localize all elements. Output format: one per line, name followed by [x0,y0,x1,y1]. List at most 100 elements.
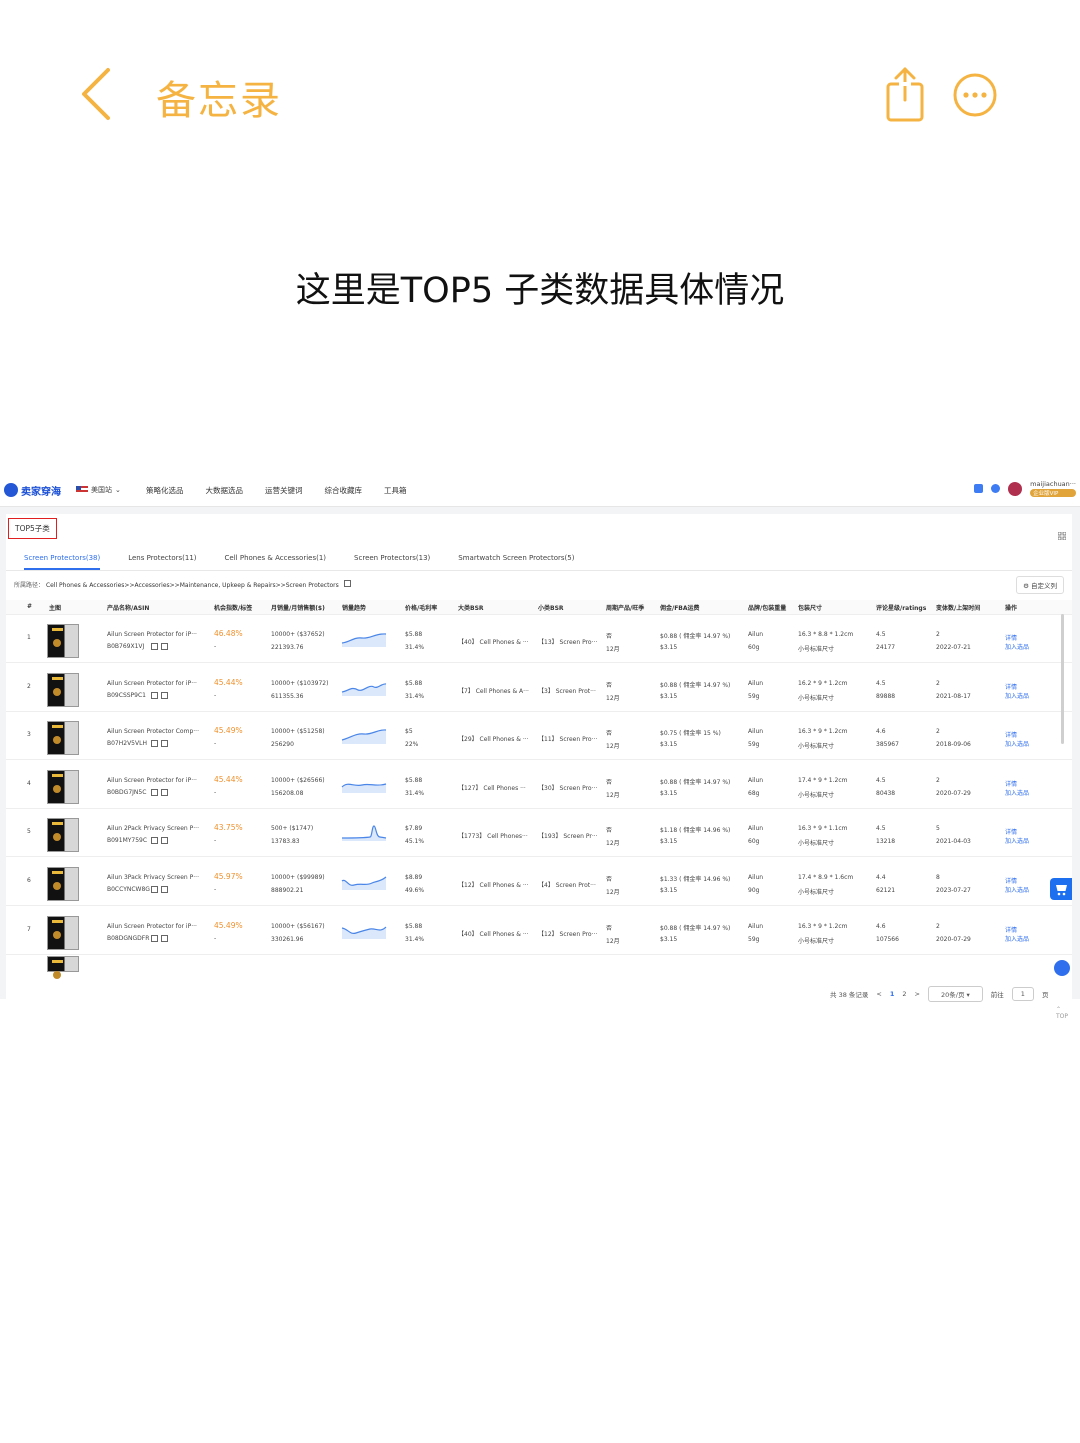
cell-act2[interactable]: 加入选品 [1005,642,1029,651]
product-image[interactable] [47,818,79,853]
cell-act2[interactable]: 加入选品 [1005,739,1029,748]
col-brand[interactable]: 品牌/包装重量 [748,603,786,612]
cell-rating: 4.5 [876,631,886,638]
table-row: 2 Ailun Screen Protector for iP··· B09CSSP… [6,663,1072,712]
navbar-right: maijiachuan··· 企业版VIP [974,480,1076,497]
col-cycle[interactable]: 周期产品/旺季 [606,603,644,612]
cell-act1[interactable]: 详情 [1005,925,1017,934]
sales-trend-sparkline[interactable] [340,921,388,939]
custom-columns-button[interactable]: ⚙ 自定义列 [1016,576,1064,594]
cart-float-button[interactable] [1050,878,1072,900]
more-options-icon[interactable] [952,72,998,118]
product-image[interactable] [47,624,79,658]
avatar[interactable] [1008,481,1023,496]
table-scrollbar[interactable] [1061,614,1064,744]
product-image[interactable] [47,867,79,901]
cell-act1[interactable]: 详情 [1005,682,1017,691]
tab-screen-protectors-2[interactable]: Screen Protectors(13) [354,548,430,570]
cell-act2[interactable]: 加入选品 [1005,934,1029,943]
tab-lens-protectors[interactable]: Lens Protectors(11) [128,548,196,570]
cell-size: 16.3 * 9 * 1.1cm [798,825,848,833]
external-link-icon[interactable] [161,643,168,650]
copy-icon[interactable] [151,886,158,893]
page-1[interactable]: 1 [890,990,895,998]
back-chevron-icon[interactable] [78,66,138,122]
goto-input[interactable]: 1 [1011,987,1034,1001]
col-rating[interactable]: 评论星级/ratings [876,603,926,612]
cell-act2[interactable]: 加入选品 [1005,885,1029,894]
sales-trend-sparkline[interactable] [340,726,388,745]
external-link-icon[interactable] [161,886,168,893]
nav-favorites[interactable]: 综合收藏库 [325,485,363,496]
cell-act2[interactable]: 加入选品 [1005,788,1029,797]
message-icon[interactable] [974,484,984,493]
nav-bigdata[interactable]: 大数据选品 [206,485,244,496]
tab-cell-phones[interactable]: Cell Phones & Accessories(1) [225,548,327,570]
col-score[interactable]: 机会指数/标签 [214,603,252,612]
copy-icon[interactable] [151,691,158,699]
nav-strategy[interactable]: 策略化选品 [146,485,184,496]
app-logo[interactable]: 卖家穿海 [4,482,61,498]
cell-price: $5.88 [405,922,423,930]
col-name[interactable]: 产品名称/ASIN [107,603,149,612]
external-link-icon[interactable] [161,837,168,845]
copy-icon[interactable] [151,788,158,796]
product-image[interactable] [47,956,79,979]
copy-icon[interactable] [151,643,158,650]
sales-trend-sparkline[interactable] [340,775,388,793]
cell-act1[interactable]: 详情 [1005,633,1017,642]
prev-page-button[interactable]: < [876,990,881,998]
external-link-icon[interactable] [161,934,168,942]
sales-trend-sparkline[interactable] [340,629,388,647]
next-page-button[interactable]: > [915,990,920,998]
breadcrumb-path[interactable]: Cell Phones & Accessories>>Accessories>>… [46,582,339,589]
nav-tools[interactable]: 工具箱 [384,485,407,496]
sales-trend-sparkline[interactable] [340,872,388,890]
per-page-select[interactable]: 20条/页 ▾ [927,986,983,1002]
product-image[interactable] [47,721,79,756]
cell-price: $8.89 [405,874,423,881]
cell-score: 45.49% [214,920,243,930]
user-info[interactable]: maijiachuan··· 企业版VIP [1030,480,1076,497]
cell-act1[interactable]: 详情 [1005,827,1017,836]
col-actions: 操作 [1005,605,1018,612]
product-image[interactable] [47,915,79,950]
sales-trend-sparkline[interactable] [340,823,388,842]
cell-act2[interactable]: 加入选品 [1005,836,1029,845]
col-commission[interactable]: 佣金/FBA运费 [660,603,700,612]
col-bsr-small[interactable]: 小类BSR [538,603,564,612]
customer-service-icon[interactable] [1054,960,1070,976]
external-link-icon[interactable] [161,740,168,748]
col-variants[interactable]: 变体数/上架时间 [936,603,980,612]
grid-view-icon[interactable] [1058,532,1066,540]
product-image[interactable] [47,672,79,707]
cell-price: $5.88 [405,679,423,687]
copy-icon[interactable] [151,934,158,942]
tab-screen-protectors[interactable]: Screen Protectors(38) [24,548,101,570]
col-price[interactable]: 价格/毛利率 [405,603,437,612]
external-link-icon[interactable] [161,788,168,796]
copy-icon[interactable] [151,740,158,748]
tab-smartwatch[interactable]: Smartwatch Screen Protectors(5) [458,548,574,570]
col-sales[interactable]: 月销量/月销售额($) [271,603,325,612]
product-image[interactable] [47,769,79,804]
col-bsr-big[interactable]: 大类BSR [458,603,484,612]
sales-trend-sparkline[interactable] [340,678,388,696]
notes-back-title[interactable]: 备忘录 [156,68,282,126]
back-to-top-button[interactable]: ⌃ TOP [1056,1006,1068,1020]
external-link-icon[interactable] [161,691,168,699]
share-icon[interactable] [882,66,928,124]
cell-act1[interactable]: 详情 [1005,779,1017,788]
notification-icon[interactable] [991,484,1001,493]
cell-act1[interactable]: 详情 [1005,876,1017,885]
col-size[interactable]: 包装尺寸 [798,603,822,612]
external-link-icon[interactable] [343,580,351,587]
cell-name: Ailun Screen Protector for iP··· [107,679,197,687]
cell-act1[interactable]: 详情 [1005,730,1017,739]
copy-icon[interactable] [151,837,158,845]
region-selector[interactable]: 美国站 ⌄ [76,485,121,495]
nav-keywords[interactable]: 运营关键词 [265,485,303,496]
page-2[interactable]: 2 [902,990,906,998]
settings-icon: ⚙ [1023,582,1029,590]
cell-act2[interactable]: 加入选品 [1005,691,1029,700]
